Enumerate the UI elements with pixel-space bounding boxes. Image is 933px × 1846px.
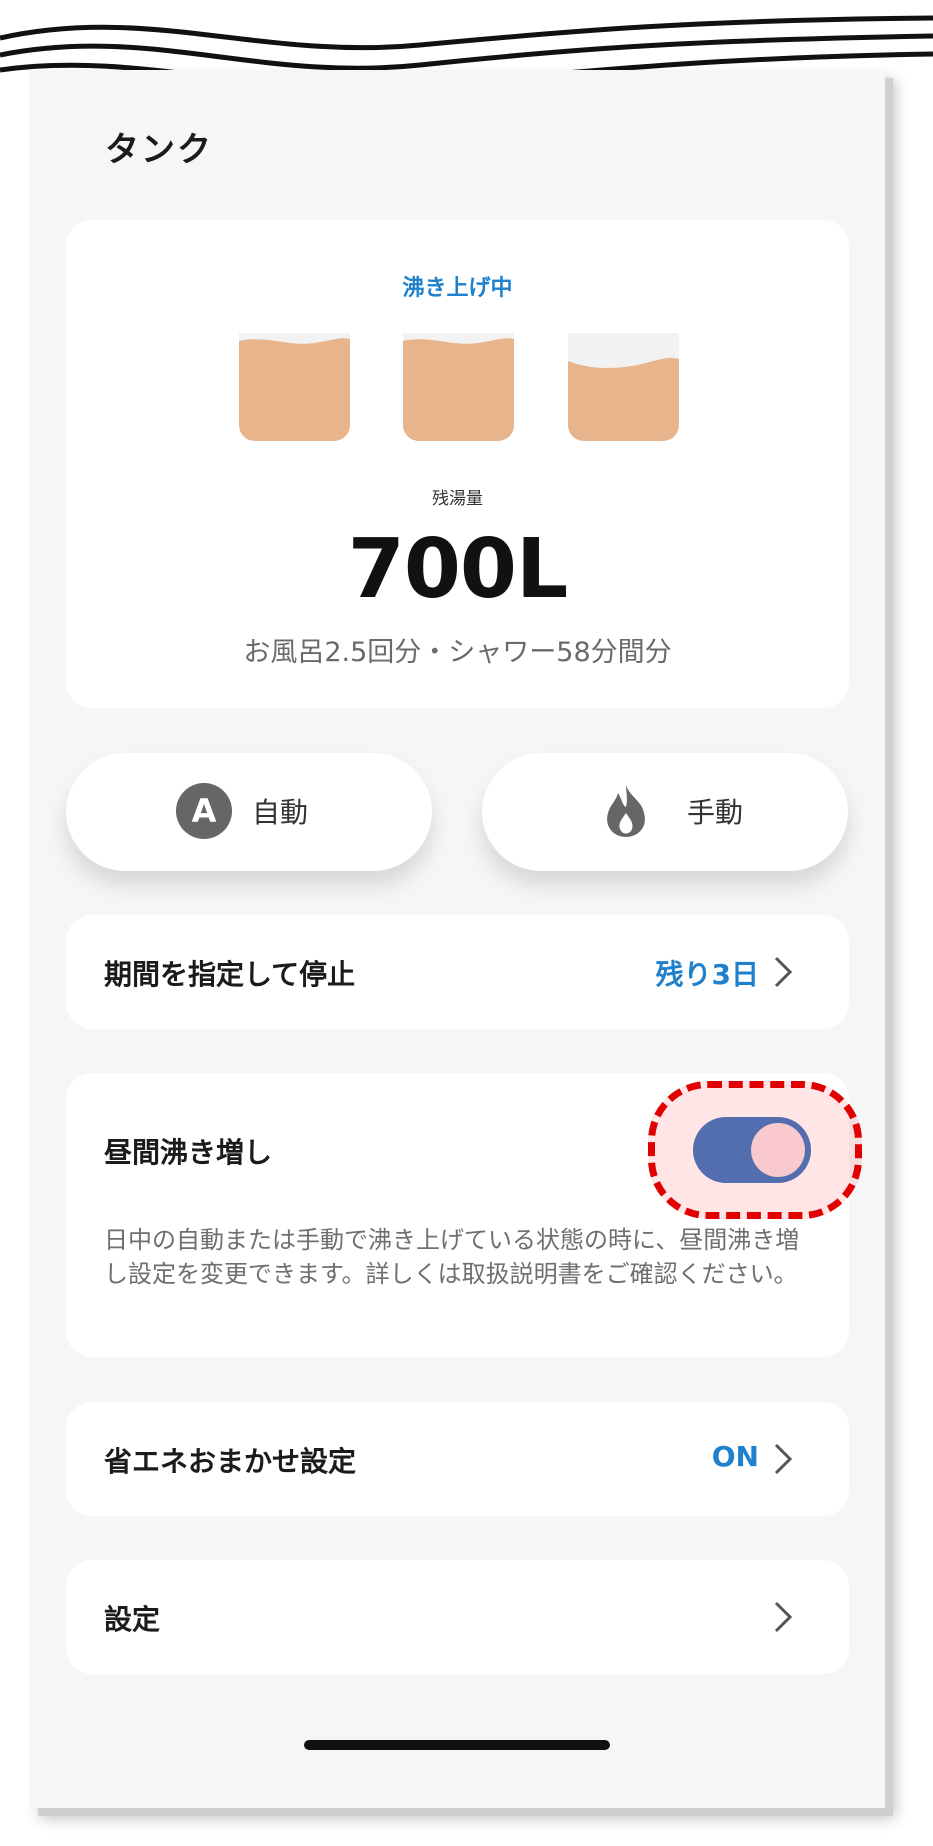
page-title: タンク <box>105 130 213 170</box>
eco-setting-row[interactable]: 省エネおまかせ設定 ON <box>66 1402 849 1516</box>
daytime-reheat-title: 昼間沸き増し <box>104 1136 273 1169</box>
eco-setting-title: 省エネおまかせ設定 <box>104 1445 357 1478</box>
stop-period-row[interactable]: 期間を指定して停止 残り3日 <box>66 915 849 1029</box>
stop-period-value: 残り3日 <box>655 958 759 991</box>
flame-icon <box>607 785 645 837</box>
chevron-right-icon <box>774 956 793 988</box>
tank-level-2 <box>403 333 514 441</box>
chevron-right-icon <box>774 1443 793 1475</box>
remaining-hot-water-value: 700L <box>347 522 568 617</box>
settings-row[interactable]: 設定 <box>66 1560 849 1674</box>
settings-title: 設定 <box>104 1603 161 1636</box>
tank-level-1 <box>239 333 350 441</box>
remaining-hot-water-detail: お風呂2.5回分・シャワー58分間分 <box>243 637 672 668</box>
tank-summary-card: 沸き上げ中 残湯量 700L お風呂2.5回分・シャワー58分間分 <box>66 220 849 708</box>
remaining-hot-water-label: 残湯量 <box>432 489 483 509</box>
auto-mode-label: 自動 <box>252 796 309 829</box>
manual-mode-label: 手動 <box>687 796 744 829</box>
tank-level-3 <box>568 333 679 441</box>
auto-mode-button[interactable]: A 自動 <box>66 753 432 871</box>
phone-screen: タンク 沸き上げ中 残湯量 700L お風呂2.5回分・シャワー58分間分 A … <box>30 70 885 1808</box>
chevron-right-icon <box>774 1601 793 1633</box>
daytime-reheat-description: 日中の自動または手動で沸き上げている状態の時に、昼間沸き増し設定を変更できます。… <box>104 1226 800 1288</box>
heating-status: 沸き上げ中 <box>402 276 513 301</box>
manual-mode-button[interactable]: 手動 <box>482 753 848 871</box>
toggle-highlight-annotation <box>648 1081 862 1219</box>
auto-mode-icon: A <box>176 783 232 839</box>
eco-setting-value: ON <box>711 1440 759 1473</box>
stop-period-title: 期間を指定して停止 <box>104 958 356 991</box>
home-indicator[interactable] <box>304 1740 610 1750</box>
